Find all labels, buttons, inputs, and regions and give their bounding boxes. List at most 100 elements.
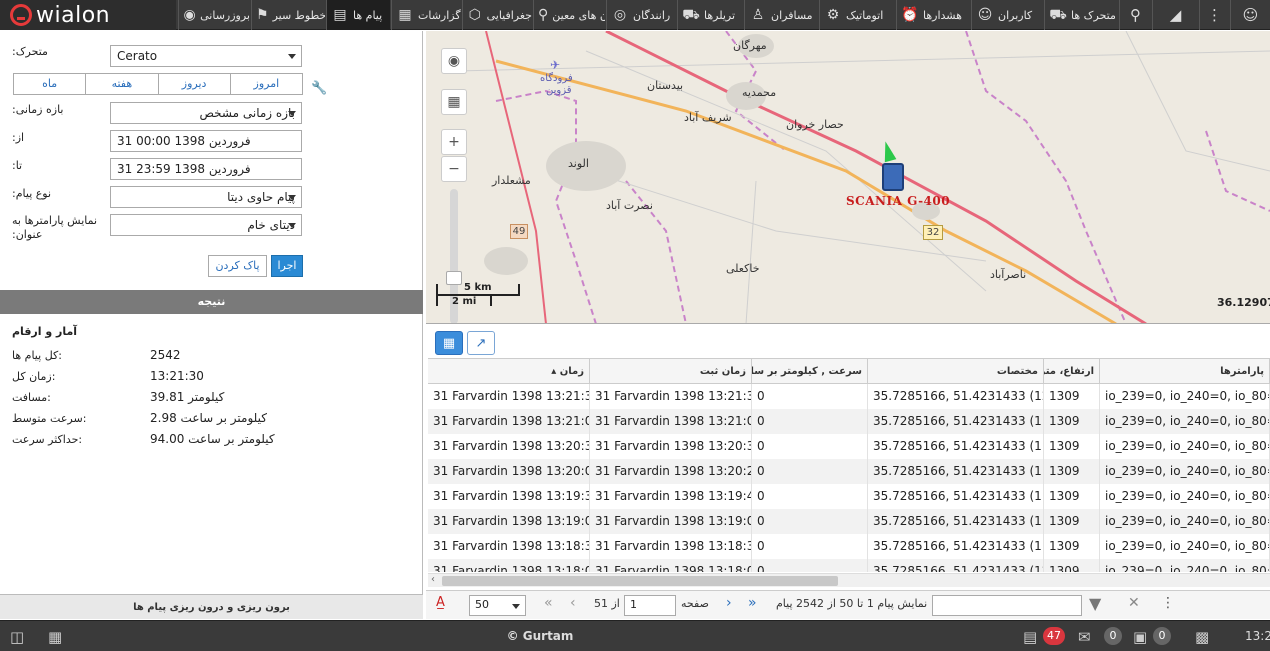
- page-number-input[interactable]: 1: [624, 595, 676, 616]
- airport-icon: ✈: [550, 58, 561, 72]
- cell-registration-time: 31 Farvardin 1398 13:19:07: [590, 509, 752, 534]
- next-page-button[interactable]: ›: [726, 595, 732, 611]
- to-date-input[interactable]: 31 فروردین 1398 23:59: [110, 158, 302, 180]
- notifications-icon[interactable]: ▤: [1023, 628, 1037, 646]
- layers-visibility-button[interactable]: ◉: [441, 48, 467, 74]
- map-type-button[interactable]: ▦: [441, 89, 467, 115]
- table-row[interactable]: 31 Farvardin 1398 13:20:35 31 Farvardin …: [428, 434, 1270, 459]
- vertical-dots-icon[interactable]: ⋮: [1161, 595, 1175, 611]
- import-export-button[interactable]: برون ریزی و درون ریزی پیام ها: [0, 594, 423, 619]
- bottom-status-bar: ◫ ▦ © Gurtam ▤ 47 ✉ 0 ▣ 0 ▩ 13:2: [0, 620, 1270, 651]
- monitoring-icon[interactable]: ▩: [1195, 628, 1209, 646]
- column-header-speed[interactable]: سرعت , کیلومتر بر ساعت: [752, 359, 868, 385]
- from-label: از:: [12, 131, 25, 144]
- cell-time: 31 Farvardin 1398 13:20:05: [428, 459, 590, 484]
- cell-coordinates: 35.7285166, 51.4231433 (11): [868, 534, 1044, 559]
- page-word-label: صفحه: [681, 597, 709, 610]
- nav-trailers[interactable]: ⛟ تریلرها: [677, 0, 743, 30]
- stat-label-max-speed: حداکثر سرعت:: [12, 433, 83, 446]
- nav-reports[interactable]: ▦ گزارشات: [391, 0, 461, 30]
- unit-map-label[interactable]: SCANIA G-400: [846, 194, 950, 208]
- nav-alarms[interactable]: ⏰ هشدارها: [896, 0, 970, 30]
- period-week[interactable]: هفته: [85, 74, 157, 94]
- nav-geofences[interactable]: ⬡ جغرافیایی: [462, 0, 532, 30]
- table-row[interactable]: 31 Farvardin 1398 13:18:35 31 Farvardin …: [428, 534, 1270, 559]
- table-row[interactable]: 31 Farvardin 1398 13:19:35 31 Farvardin …: [428, 484, 1270, 509]
- unit-select[interactable]: Cerato: [110, 45, 302, 67]
- filter-icon[interactable]: ▼: [1089, 594, 1101, 613]
- nav-drivers[interactable]: ◎ رانندگان: [606, 0, 676, 30]
- cell-time: 31 Farvardin 1398 13:19:05: [428, 509, 590, 534]
- nav-units[interactable]: ⛟ متحرک ها: [1044, 0, 1118, 30]
- period-month[interactable]: ماه: [14, 74, 85, 94]
- chart-view-tab[interactable]: ↗: [467, 331, 495, 355]
- page-size-select[interactable]: 50: [469, 595, 526, 616]
- wialon-logo[interactable]: wialon: [0, 0, 176, 30]
- nav-messages[interactable]: ▤ پیام ها: [326, 0, 390, 30]
- zoom-out-button[interactable]: −: [441, 156, 467, 182]
- nav-passengers[interactable]: ♙ مسافران: [744, 0, 818, 30]
- nav-update[interactable]: ◉ بروزرسانی: [178, 0, 250, 30]
- font-color-icon[interactable]: A̲: [436, 595, 445, 610]
- interval-select[interactable]: بازه زمانی مشخص: [110, 102, 302, 124]
- column-header-time[interactable]: زمان ▴: [428, 359, 590, 385]
- nav-tracks[interactable]: ⚑ خطوط سیر: [251, 0, 325, 30]
- column-header-altitude[interactable]: ارتفاع، متر: [1044, 359, 1100, 385]
- quick-period-selector: ماه هفته دیروز امروز: [13, 73, 303, 95]
- params-display-select[interactable]: دیتای خام: [110, 214, 302, 236]
- sms-badge: 0: [1104, 627, 1122, 645]
- table-row[interactable]: 31 Farvardin 1398 13:20:05 31 Farvardin …: [428, 459, 1270, 484]
- place-label: ناصرآباد: [990, 268, 1027, 281]
- column-header-parameters[interactable]: پارامترها: [1100, 359, 1270, 385]
- stat-label-total-time: زمان کل:: [12, 370, 56, 383]
- scroll-left-icon[interactable]: ‹: [431, 574, 435, 585]
- run-button[interactable]: اجرا: [271, 255, 303, 277]
- clear-filter-icon[interactable]: ✕: [1128, 595, 1140, 611]
- truck-unit-icon[interactable]: [882, 163, 904, 191]
- cell-parameters: io_239=0, io_240=0, io_80=0,: [1100, 434, 1270, 459]
- message-type-select[interactable]: پیام حاوی دیتا: [110, 186, 302, 208]
- table-row[interactable]: 31 Farvardin 1398 13:21:05 31 Farvardin …: [428, 409, 1270, 434]
- table-view-tab[interactable]: ▦: [435, 331, 463, 355]
- nav-automation[interactable]: ⚙ اتوماتیک: [819, 0, 895, 30]
- table-row[interactable]: 31 Farvardin 1398 13:19:05 31 Farvardin …: [428, 509, 1270, 534]
- chevron-down-icon: [288, 111, 296, 116]
- search-button[interactable]: ⚲: [1119, 0, 1151, 30]
- map-view[interactable]: ◉ ▦ + − مهرگان بیدستان محمدیه شریف آباد …: [426, 31, 1270, 324]
- clear-button[interactable]: پاک کردن: [208, 255, 267, 277]
- wialon-app: wialon ◉ بروزرسانی ⚑ خطوط سیر ▤ پیام ها …: [0, 0, 1270, 651]
- filter-input[interactable]: [932, 595, 1082, 616]
- sms-icon[interactable]: ✉: [1078, 628, 1091, 646]
- scale-km-label: 5 km: [464, 282, 492, 293]
- account-button[interactable]: ☺: [1230, 0, 1270, 30]
- first-page-button[interactable]: «: [544, 595, 553, 611]
- period-yesterday[interactable]: دیروز: [157, 74, 230, 94]
- cell-time: 31 Farvardin 1398 13:18:05: [428, 559, 590, 572]
- table-row[interactable]: 31 Farvardin 1398 13:21:35 31 Farvardin …: [428, 384, 1270, 409]
- scrollbar-thumb[interactable]: [442, 576, 838, 586]
- prev-page-button[interactable]: ‹: [570, 595, 576, 611]
- measure-button[interactable]: ◢: [1152, 0, 1198, 30]
- horizontal-scrollbar[interactable]: ‹: [428, 573, 1270, 587]
- nav-poi[interactable]: ⚲ مکان های معین: [533, 0, 605, 30]
- column-header-coordinates[interactable]: مختصات: [868, 359, 1044, 385]
- table-row[interactable]: 31 Farvardin 1398 13:18:05 31 Farvardin …: [428, 559, 1270, 572]
- minus-icon: −: [448, 161, 460, 177]
- last-page-button[interactable]: »: [748, 595, 757, 611]
- showing-range-label: نمایش پیام 1 تا 50 از 2542 پیام: [776, 597, 928, 610]
- globe-icon: ◉: [183, 7, 196, 23]
- image-icon[interactable]: ▣: [1133, 628, 1147, 646]
- cell-registration-time: 31 Farvardin 1398 13:20:23: [590, 459, 752, 484]
- stat-label-distance: مسافت:: [12, 391, 51, 404]
- scale-mi-label: 2 mi: [452, 296, 477, 307]
- wrench-icon[interactable]: 🔧: [311, 81, 327, 96]
- nav-users[interactable]: ☺ کاربران: [971, 0, 1043, 30]
- from-date-input[interactable]: 31 فروردین 1398 00:00: [110, 130, 302, 152]
- cell-registration-time: 31 Farvardin 1398 13:18:06: [590, 559, 752, 572]
- cell-coordinates: 35.7285166, 51.4231433 (12): [868, 559, 1044, 572]
- chevron-down-icon: [512, 604, 520, 609]
- column-header-registration-time[interactable]: زمان ثبت: [590, 359, 752, 385]
- more-menu-button[interactable]: ⋮: [1199, 0, 1229, 30]
- zoom-in-button[interactable]: +: [441, 129, 467, 155]
- period-today[interactable]: امروز: [229, 74, 302, 94]
